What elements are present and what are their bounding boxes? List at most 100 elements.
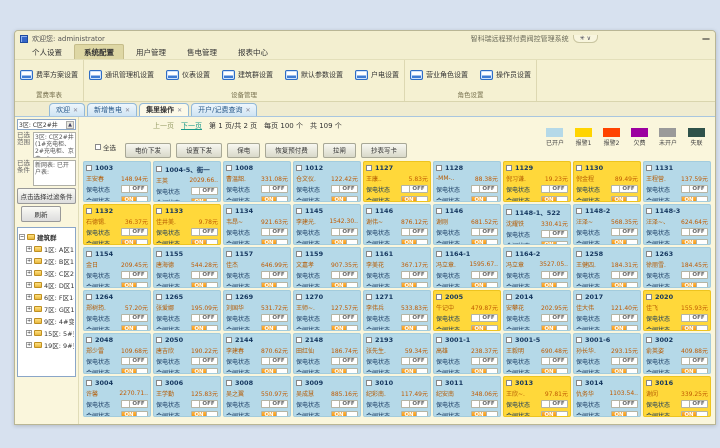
power-protect-toggle[interactable]: OFF [191,228,218,236]
meter-card[interactable]: 3010 纪彩南. 117.49元 保电状态 OFF [363,376,431,417]
switch-state-toggle[interactable]: ON [611,411,638,417]
power-protect-toggle[interactable]: OFF [471,271,498,279]
tab-close-icon[interactable]: ✕ [73,107,78,114]
meter-card[interactable]: 1269 刘国华 531.72元 保电状态 OFF [223,290,291,331]
meter-card[interactable]: 2050 唐吉欣 190.22元 保电状态 OFF [153,333,221,374]
switch-state-toggle[interactable]: ON [471,368,498,374]
switch-state-toggle[interactable]: ON [681,411,708,417]
power-protect-toggle[interactable]: OFF [331,357,358,365]
power-protect-toggle[interactable]: OFF [611,357,638,365]
power-protect-toggle[interactable]: OFF [261,314,288,322]
meter-card[interactable]: 1145 李建光. 1542.30.. 保电状态 OFF [293,204,361,245]
power-protect-toggle[interactable]: OFF [121,271,148,279]
switch-state-toggle[interactable]: ON [121,411,148,417]
power-protect-toggle[interactable]: OFF [471,228,498,236]
power-protect-toggle[interactable]: OFF [681,314,708,322]
power-protect-toggle[interactable]: OFF [541,314,568,322]
power-protect-toggle[interactable]: OFF [541,230,568,238]
card-checkbox[interactable] [296,337,302,343]
tree-node[interactable]: + 7区: G区1#井 (2#变… [26,304,74,314]
meter-card[interactable]: 2005 牛记中 479.87元 保电状态 OFF [433,290,501,331]
ribbon-button[interactable]: 通讯管理机设置 [89,70,154,80]
power-protect-toggle[interactable]: OFF [401,357,428,365]
power-protect-toggle[interactable]: OFF [541,271,568,279]
power-protect-toggle[interactable]: OFF [191,271,218,279]
meter-card[interactable]: 2148 田红仙 186.74元 保电状态 OFF [293,333,361,374]
minimize-button[interactable]: — [702,36,710,42]
meter-card[interactable]: 3001-1 高雄 238.37元 保电状态 OFF [433,333,501,374]
ribbon-button[interactable]: 户电设置 [355,70,399,80]
card-checkbox[interactable] [86,251,92,257]
switch-state-toggle[interactable]: ON [331,239,358,245]
meter-card[interactable]: 3011 纪安南 348.06元 保电状态 OFF [433,376,501,417]
switch-state-toggle[interactable]: ON [261,368,288,374]
meter-card[interactable]: 1148-3 汪泽~、 624.64元 保电状态 OFF [643,204,711,245]
meter-card[interactable]: 1263 徐丽雪. 184.45元 保电状态 OFF [643,247,711,288]
meter-card[interactable]: 2020 佳飞 155.93元 保电状态 OFF [643,290,711,331]
skin-selector-widget[interactable]: ✳ ∨ [573,35,598,43]
meter-card[interactable]: 1003 王安春 148.94元 保电状态 OFF [83,161,151,202]
meter-card[interactable]: 1155 唐海德 544.28元 保电状态 OFF [153,247,221,288]
power-protect-toggle[interactable]: OFF [191,357,218,365]
switch-state-toggle[interactable]: ON [121,282,148,288]
switch-state-toggle[interactable]: ON [331,325,358,331]
power-protect-toggle[interactable]: OFF [681,185,708,193]
switch-state-toggle[interactable]: ON [611,325,638,331]
meter-card[interactable]: 1012 仓文仪. 122.42元 保电状态 OFF [293,161,361,202]
tree-node[interactable]: + 19区: 9#变电站 (2#… [26,340,74,350]
switch-state-toggle[interactable]: ON [401,411,428,417]
card-checkbox[interactable] [436,337,442,343]
card-checkbox[interactable] [226,251,232,257]
card-checkbox[interactable] [366,337,372,343]
power-protect-toggle[interactable]: OFF [261,271,288,279]
meter-card[interactable]: 3002 俞英姿 409.88元 保电状态 OFF [643,333,711,374]
meter-card[interactable]: 2017 佳大伟 121.40元 保电状态 OFF [573,290,641,331]
toolbar-button[interactable]: 保电 [227,143,260,158]
toolbar-button[interactable]: 拉闸 [323,143,356,158]
meter-card[interactable]: 1164-2 冯立章 3527.05.. 保电状态 OFF [503,247,571,288]
switch-state-toggle[interactable]: ON [681,282,708,288]
power-protect-toggle[interactable]: OFF [401,271,428,279]
tree-node[interactable]: + 2区: B区1#井 (1#变… [26,256,74,266]
power-protect-toggle[interactable]: OFF [401,314,428,322]
power-protect-toggle[interactable]: OFF [541,185,568,193]
card-checkbox[interactable] [226,380,232,386]
switch-state-toggle[interactable]: ON [261,325,288,331]
tree-root[interactable]: − 建筑群 [19,232,74,242]
dropdown-arrow-icon[interactable]: ▲ [66,121,74,129]
power-protect-toggle[interactable]: OFF [611,400,638,408]
power-protect-toggle[interactable]: OFF [191,187,218,195]
card-checkbox[interactable] [156,380,162,386]
card-checkbox[interactable] [646,337,652,343]
card-checkbox[interactable] [366,208,372,214]
card-checkbox[interactable] [156,294,162,300]
switch-state-toggle[interactable]: ON [681,325,708,331]
power-protect-toggle[interactable]: OFF [121,314,148,322]
card-checkbox[interactable] [646,208,652,214]
switch-state-toggle[interactable]: ON [191,325,218,331]
power-protect-toggle[interactable]: OFF [331,400,358,408]
power-protect-toggle[interactable]: OFF [401,400,428,408]
ribbon-button[interactable]: 费率方案设置 [20,70,78,80]
switch-state-toggle[interactable]: ON [121,196,148,202]
power-protect-toggle[interactable]: OFF [611,185,638,193]
switch-state-toggle[interactable]: ON [401,282,428,288]
switch-state-toggle[interactable]: ON [121,368,148,374]
menu-item[interactable]: 售电管理 [178,45,226,59]
switch-state-toggle[interactable]: ON [611,368,638,374]
meter-card[interactable]: 1159 文嘉孝 907.35元 保电状态 OFF [293,247,361,288]
power-protect-toggle[interactable]: OFF [681,228,708,236]
tree-node[interactable]: + 6区: F区1#井 (3#变电… [26,292,74,302]
switch-state-toggle[interactable]: ON [611,196,638,202]
power-protect-toggle[interactable]: OFF [401,228,428,236]
tree-node[interactable]: + 3区: C区2#井 (1#变电… [26,268,74,278]
power-protect-toggle[interactable]: OFF [541,400,568,408]
switch-state-toggle[interactable]: ON [541,196,568,202]
card-checkbox[interactable] [506,294,512,300]
power-protect-toggle[interactable]: OFF [191,314,218,322]
ribbon-button[interactable]: 默认参数设置 [285,70,343,80]
meter-card[interactable]: 2193 张先生. 59.34元 保电状态 OFF [363,333,431,374]
document-tab[interactable]: 集里操作 ✕ [139,103,189,116]
switch-state-toggle[interactable]: ON [261,411,288,417]
expand-icon[interactable]: + [26,258,32,264]
